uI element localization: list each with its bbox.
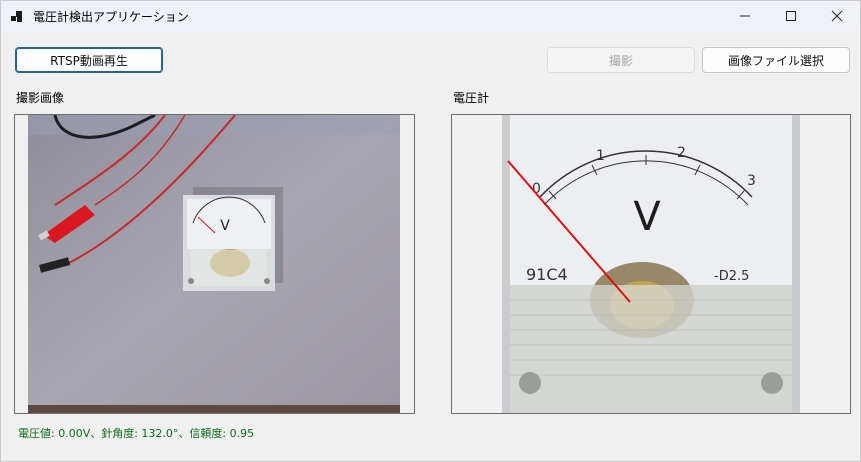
class-text: -D2.5 <box>714 269 749 284</box>
meter-cover <box>510 285 792 413</box>
tick-label-1: 1 <box>596 148 605 164</box>
voltmeter-label: 電圧計 <box>453 91 490 105</box>
window-title: 電圧計検出アプリケーション <box>33 10 189 24</box>
capture-button[interactable]: 撮影 <box>547 47 695 73</box>
svg-text:V: V <box>220 218 230 234</box>
tick-label-2: 2 <box>677 145 686 161</box>
minimize-button[interactable] <box>722 1 768 31</box>
model-text: 91C4 <box>526 265 568 284</box>
rtsp-play-button[interactable]: RTSP動画再生 <box>15 47 163 73</box>
captured-image-label: 撮影画像 <box>16 91 65 105</box>
captured-image-frame: V <box>14 114 415 414</box>
capture-label: 撮影 <box>608 53 633 68</box>
close-icon <box>831 10 843 22</box>
screw-left <box>519 372 541 394</box>
maximize-icon <box>786 11 796 21</box>
unit-letter: V <box>633 194 661 240</box>
minimize-icon <box>740 15 750 17</box>
tick-label-3: 3 <box>747 173 756 189</box>
voltmeter-image-frame: 0 1 2 3 V 91C4 -D2.5 <box>451 114 851 414</box>
title-bar: 電圧計検出アプリケーション <box>1 1 860 31</box>
captured-photo: V <box>28 115 400 413</box>
close-button[interactable] <box>814 1 860 31</box>
screw-right <box>761 372 783 394</box>
voltmeter-photo: 0 1 2 3 V 91C4 -D2.5 <box>502 115 800 413</box>
select-image-label: 画像ファイル選択 <box>727 53 824 68</box>
app-window: 電圧計検出アプリケーション RTSP動画再生 撮影 画像ファイル選択 撮影画像 … <box>0 0 861 462</box>
app-icon <box>11 11 23 23</box>
status-text: 電圧値: 0.00V、針角度: 132.0°、信頼度: 0.95 <box>18 427 255 440</box>
select-image-button[interactable]: 画像ファイル選択 <box>702 47 850 73</box>
rtsp-play-label: RTSP動画再生 <box>50 53 128 68</box>
maximize-button[interactable] <box>768 1 814 31</box>
